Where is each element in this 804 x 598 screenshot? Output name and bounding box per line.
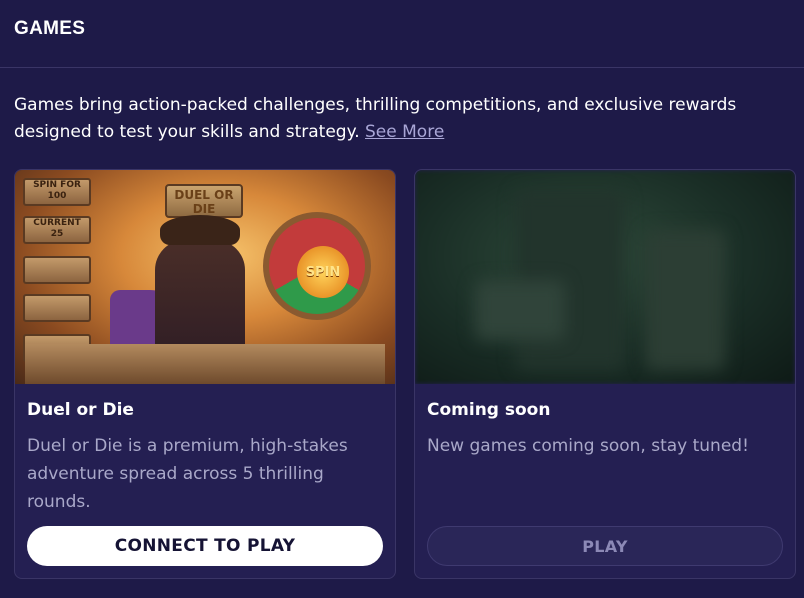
games-list: SPIN FOR 100 CURRENT 25 DUEL OR DIE SPIN D…	[14, 169, 796, 579]
spin-for-label: SPIN FOR	[33, 180, 81, 190]
spin-for-value: 100	[47, 191, 67, 201]
cowboy-hat	[160, 215, 240, 245]
coming-soon-image	[415, 170, 795, 384]
current-label: CURRENT	[33, 218, 81, 228]
intro-text: Games bring action-packed challenges, th…	[0, 68, 790, 146]
play-button[interactable]: PLAY	[427, 526, 783, 566]
card-description: New games coming soon, stay tuned!	[427, 436, 749, 456]
card-body: Coming soon New games coming soon, stay …	[415, 384, 795, 460]
header: GAMES	[0, 0, 804, 68]
card-body: Duel or Die Duel or Die is a premium, hi…	[15, 384, 395, 516]
connect-to-play-button[interactable]: CONNECT TO PLAY	[27, 526, 383, 566]
duel-or-die-image: SPIN FOR 100 CURRENT 25 DUEL OR DIE SPIN	[15, 170, 395, 384]
card-description: Duel or Die is a premium, high-stakes ad…	[27, 436, 348, 512]
card-title: Duel or Die	[27, 400, 134, 420]
current-board: CURRENT 25	[23, 216, 91, 244]
card-title: Coming soon	[427, 400, 551, 420]
see-more-link[interactable]: See More	[365, 122, 444, 142]
game-card-duel-or-die[interactable]: SPIN FOR 100 CURRENT 25 DUEL OR DIE SPIN D…	[14, 169, 396, 579]
spin-for-board: SPIN FOR 100	[23, 178, 91, 206]
wooden-counter	[25, 344, 385, 384]
page-title: GAMES	[14, 18, 86, 39]
plank	[23, 294, 91, 322]
duel-or-die-sign: DUEL OR DIE	[165, 184, 243, 218]
current-value: 25	[50, 229, 64, 239]
spin-wheel-center: SPIN	[297, 246, 349, 298]
plank	[23, 256, 91, 284]
game-card-coming-soon: Coming soon New games coming soon, stay …	[414, 169, 796, 579]
